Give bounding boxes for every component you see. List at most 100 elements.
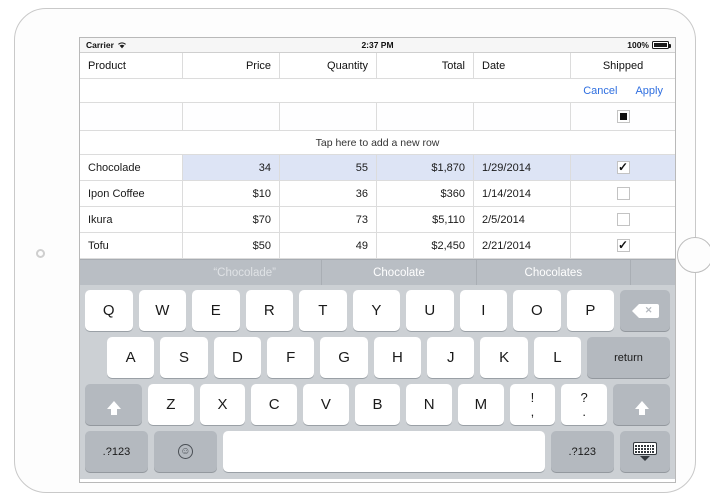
key-f[interactable]: F — [267, 337, 315, 378]
column-header-product[interactable]: Product — [80, 53, 183, 78]
key-l[interactable]: L — [533, 337, 582, 378]
table-row[interactable]: Ikura $70 73 $5,110 2/5/2014 — [80, 207, 675, 233]
key-v[interactable]: V — [303, 384, 349, 425]
cell-product[interactable]: Tofu — [80, 233, 183, 258]
key-k[interactable]: K — [480, 337, 528, 378]
column-header-quantity[interactable]: Quantity — [280, 53, 377, 78]
checkbox-checked-icon[interactable]: ✓ — [616, 239, 630, 252]
suggestion-bar-spacer — [80, 260, 168, 285]
chevron-down-icon — [639, 456, 650, 461]
key-e[interactable]: E — [192, 290, 240, 331]
cell-date[interactable]: 1/29/2014 — [474, 155, 571, 180]
cell-quantity[interactable]: 55 — [280, 155, 377, 180]
key-a[interactable]: A — [107, 337, 155, 378]
cell-shipped[interactable] — [571, 181, 675, 206]
new-row-product-input[interactable] — [80, 103, 183, 130]
new-row-shipped-checkbox[interactable] — [571, 103, 675, 130]
cell-date[interactable]: 2/21/2014 — [474, 233, 571, 258]
shift-key-right[interactable] — [612, 384, 671, 425]
table-header-row: Product Price Quantity Total Date Shippe… — [80, 53, 675, 79]
cell-price[interactable]: $50 — [183, 233, 280, 258]
device-screen: Carrier 2:37 PM 100% Product Price Quant… — [79, 37, 676, 483]
cell-product[interactable]: Ipon Coffee — [80, 181, 183, 206]
column-header-price[interactable]: Price — [183, 53, 280, 78]
cell-total[interactable]: $1,870 — [377, 155, 474, 180]
table-row[interactable]: Chocolade 34 55 $1,870 1/29/2014 ✓ — [80, 155, 675, 181]
key-c[interactable]: C — [251, 384, 298, 425]
new-row-price-input[interactable] — [183, 103, 280, 130]
emoji-key[interactable]: ☺ — [153, 431, 217, 472]
new-row-date-input[interactable] — [474, 103, 571, 130]
column-header-shipped[interactable]: Shipped — [571, 53, 675, 78]
apply-button[interactable]: Apply — [635, 85, 663, 97]
cell-price[interactable]: $70 — [183, 207, 280, 232]
key-m[interactable]: M — [458, 384, 504, 425]
suggestion-1[interactable]: Chocolate — [322, 260, 477, 285]
key-h[interactable]: H — [373, 337, 422, 378]
new-row-quantity-input[interactable] — [280, 103, 377, 130]
add-new-row-button[interactable]: Tap here to add a new row — [80, 131, 675, 155]
battery-full-icon — [652, 41, 671, 49]
front-camera-icon — [36, 249, 45, 258]
cell-date[interactable]: 1/14/2014 — [474, 181, 571, 206]
checkbox-checked-icon[interactable]: ✓ — [616, 161, 630, 174]
cell-date[interactable]: 2/5/2014 — [474, 207, 571, 232]
checkbox-unchecked-icon[interactable] — [616, 187, 630, 200]
key-j[interactable]: J — [427, 337, 475, 378]
status-bar-clock: 2:37 PM — [361, 40, 394, 50]
cell-shipped[interactable]: ✓ — [571, 233, 675, 258]
cell-quantity[interactable]: 73 — [280, 207, 377, 232]
cell-shipped[interactable]: ✓ — [571, 155, 675, 180]
cell-price[interactable]: 34 — [183, 155, 280, 180]
key-z[interactable]: Z — [148, 384, 194, 425]
cell-total[interactable]: $360 — [377, 181, 474, 206]
space-key[interactable] — [222, 431, 545, 472]
key-o[interactable]: O — [513, 290, 561, 331]
key-i[interactable]: I — [459, 290, 508, 331]
cell-shipped[interactable] — [571, 207, 675, 232]
backspace-key[interactable]: ✕ — [620, 290, 671, 331]
suggestion-2[interactable]: Chocolates — [477, 260, 631, 285]
cell-price[interactable]: $10 — [183, 181, 280, 206]
key-n[interactable]: N — [406, 384, 452, 425]
checkbox-indeterminate-icon[interactable] — [616, 110, 630, 123]
cell-quantity[interactable]: 49 — [280, 233, 377, 258]
shift-key-left[interactable] — [85, 384, 143, 425]
suggestion-original[interactable]: “Chocolade” — [168, 260, 323, 285]
key-q[interactable]: Q — [85, 290, 133, 331]
delete-icon: ✕ — [631, 303, 659, 318]
key-w[interactable]: W — [138, 290, 187, 331]
new-row-editor[interactable] — [80, 103, 675, 131]
key-question-period[interactable]: ? . — [561, 384, 607, 425]
key-x[interactable]: X — [199, 384, 246, 425]
numeric-key-right[interactable]: .?123 — [550, 431, 614, 472]
cell-product[interactable]: Ikura — [80, 207, 183, 232]
cell-total[interactable]: $5,110 — [377, 207, 474, 232]
numeric-key-left[interactable]: .?123 — [85, 431, 148, 472]
key-u[interactable]: U — [406, 290, 454, 331]
key-b[interactable]: B — [354, 384, 401, 425]
key-question-label: ? — [580, 390, 588, 405]
key-g[interactable]: G — [320, 337, 368, 378]
cell-total[interactable]: $2,450 — [377, 233, 474, 258]
key-exclamation-comma[interactable]: ! , — [509, 384, 556, 425]
cell-quantity[interactable]: 36 — [280, 181, 377, 206]
key-r[interactable]: R — [245, 290, 294, 331]
key-y[interactable]: Y — [352, 290, 401, 331]
edit-action-row: Cancel Apply — [80, 79, 675, 103]
key-d[interactable]: D — [213, 337, 262, 378]
checkbox-unchecked-icon[interactable] — [616, 213, 630, 226]
column-header-total[interactable]: Total — [377, 53, 474, 78]
column-header-date[interactable]: Date — [474, 53, 571, 78]
key-t[interactable]: T — [299, 290, 347, 331]
return-key[interactable]: return — [587, 337, 670, 378]
table-row[interactable]: Ipon Coffee $10 36 $360 1/14/2014 — [80, 181, 675, 207]
key-s[interactable]: S — [160, 337, 208, 378]
new-row-total-input[interactable] — [377, 103, 474, 130]
dismiss-keyboard-key[interactable] — [619, 431, 670, 472]
cell-product[interactable]: Chocolade — [80, 155, 183, 180]
key-p[interactable]: P — [566, 290, 615, 331]
cancel-button[interactable]: Cancel — [583, 85, 617, 97]
table-row[interactable]: Tofu $50 49 $2,450 2/21/2014 ✓ — [80, 233, 675, 259]
home-button[interactable] — [677, 237, 710, 273]
